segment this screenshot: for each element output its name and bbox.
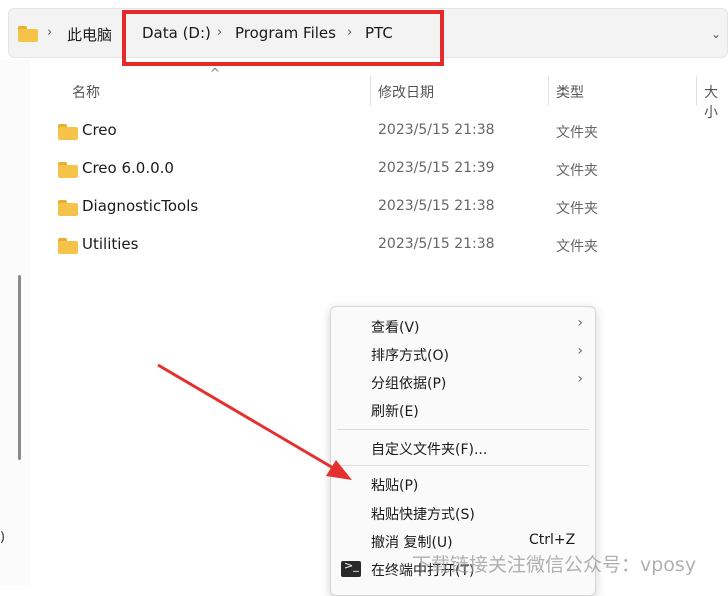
menu-item-label: 粘贴快捷方式(S) (371, 507, 475, 523)
column-divider[interactable] (696, 76, 697, 106)
nav-label: ) (0, 530, 6, 545)
file-date: 2023/5/15 21:38 (378, 198, 495, 214)
scrollbar[interactable] (18, 275, 21, 460)
folder-icon (18, 26, 38, 42)
file-name: Creo (82, 121, 117, 139)
column-divider[interactable] (370, 76, 371, 106)
folder-icon (58, 162, 78, 178)
menu-item-shortcut: Ctrl+Z (529, 532, 576, 548)
menu-item-label: 分组依据(P) (371, 376, 447, 392)
menu-separator (337, 429, 589, 430)
chevron-down-icon[interactable]: ⌄ (711, 27, 721, 41)
file-date: 2023/5/15 21:38 (378, 122, 495, 138)
file-row[interactable]: Creo 2023/5/15 21:38 文件夹 (40, 112, 600, 148)
file-row[interactable]: DiagnosticTools 2023/5/15 21:38 文件夹 (40, 188, 600, 224)
menu-item-label: 刷新(E) (371, 404, 419, 420)
file-date: 2023/5/15 21:39 (378, 160, 495, 176)
menu-item-label: 撤消 复制(U) (371, 535, 453, 551)
menu-item-label: 自定义文件夹(F)... (371, 442, 488, 458)
folder-icon (58, 238, 78, 254)
file-row[interactable]: Utilities 2023/5/15 21:38 文件夹 (40, 226, 600, 262)
file-name: DiagnosticTools (82, 197, 199, 215)
file-name: Utilities (82, 235, 139, 253)
column-header-name[interactable]: 名称 (72, 82, 100, 102)
sort-up-icon: ^ (210, 66, 221, 80)
menu-item-paste[interactable]: 粘贴(P) (331, 470, 595, 498)
column-header-type[interactable]: 类型 (556, 82, 584, 102)
column-divider[interactable] (548, 76, 549, 106)
folder-icon (58, 200, 78, 216)
file-type: 文件夹 (556, 201, 598, 217)
menu-item-label: 粘贴(P) (371, 478, 419, 494)
navigation-pane (0, 60, 30, 585)
file-type: 文件夹 (556, 163, 598, 179)
file-date: 2023/5/15 21:38 (378, 236, 495, 252)
menu-item-sort-by[interactable]: 排序方式(O) › (331, 340, 595, 368)
address-highlight-box (122, 10, 444, 66)
file-name: Creo 6.0.0.0 (82, 159, 174, 177)
watermark-text: 下载链接关注微信公众号：vposy (412, 554, 697, 576)
menu-item-label: 排序方式(O) (371, 348, 449, 364)
terminal-icon: >_ (341, 559, 361, 577)
menu-separator (337, 465, 589, 466)
column-header-size[interactable]: 大小 (704, 82, 728, 122)
file-row[interactable]: Creo 6.0.0.0 2023/5/15 21:39 文件夹 (40, 150, 600, 186)
column-header-modified[interactable]: 修改日期 (378, 82, 434, 102)
file-type: 文件夹 (556, 239, 598, 255)
breadcrumb-this-pc[interactable]: 此电脑 (67, 24, 112, 45)
chevron-right-icon: › (577, 343, 583, 359)
file-type: 文件夹 (556, 125, 598, 141)
menu-item-group-by[interactable]: 分组依据(P) › (331, 368, 595, 396)
menu-item-paste-shortcut[interactable]: 粘贴快捷方式(S) (331, 499, 595, 527)
folder-icon (58, 124, 78, 140)
menu-item-refresh[interactable]: 刷新(E) (331, 396, 595, 424)
chevron-right-icon: › (577, 315, 583, 331)
chevron-right-icon: › (47, 25, 53, 40)
chevron-right-icon: › (577, 371, 583, 387)
menu-item-view[interactable]: 查看(V) › (331, 312, 595, 340)
menu-item-customize-folder[interactable]: 自定义文件夹(F)... (331, 434, 595, 462)
menu-item-label: 查看(V) (371, 320, 420, 336)
